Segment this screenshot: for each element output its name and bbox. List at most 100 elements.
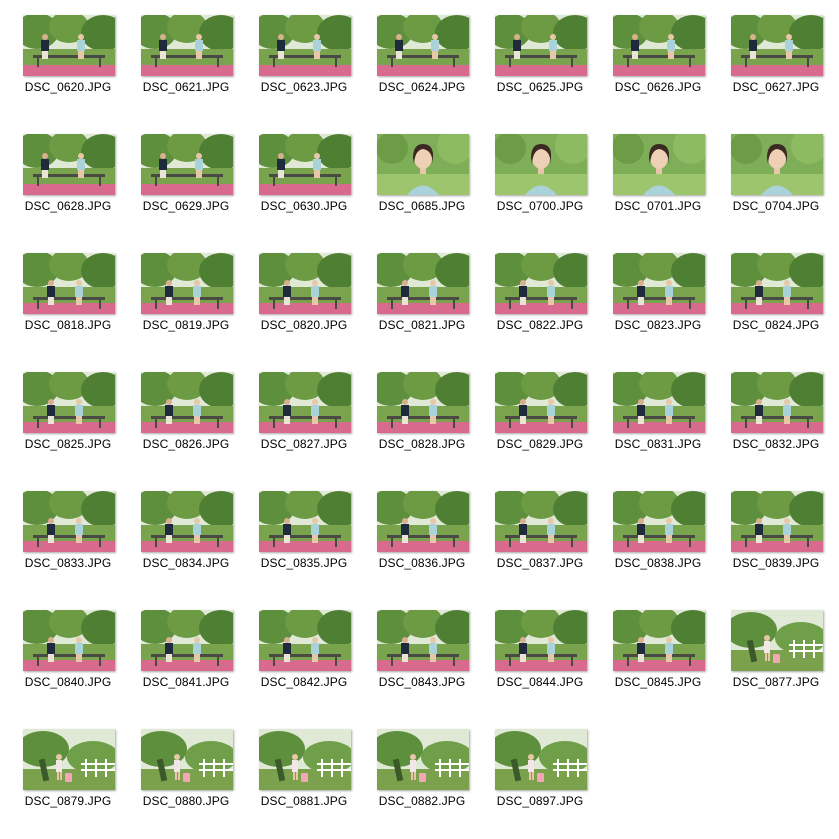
file-item[interactable]: DSC_0831.JPG <box>606 365 710 482</box>
image-thumbnail[interactable] <box>495 610 587 671</box>
image-thumbnail[interactable] <box>23 729 115 790</box>
image-thumbnail[interactable] <box>141 372 233 433</box>
image-thumbnail[interactable] <box>259 729 351 790</box>
file-item[interactable]: DSC_0624.JPG <box>370 8 474 125</box>
file-item[interactable]: DSC_0629.JPG <box>134 127 238 244</box>
file-item[interactable]: DSC_0626.JPG <box>606 8 710 125</box>
file-item[interactable]: DSC_0879.JPG <box>16 722 120 839</box>
image-thumbnail[interactable] <box>259 134 351 195</box>
file-item[interactable]: DSC_0823.JPG <box>606 246 710 363</box>
image-thumbnail[interactable] <box>377 15 469 76</box>
file-item[interactable]: DSC_0836.JPG <box>370 484 474 601</box>
image-thumbnail[interactable] <box>377 134 469 195</box>
file-item[interactable]: DSC_0837.JPG <box>488 484 592 601</box>
image-thumbnail[interactable] <box>731 372 823 433</box>
file-item[interactable]: DSC_0701.JPG <box>606 127 710 244</box>
file-item[interactable]: DSC_0628.JPG <box>16 127 120 244</box>
file-name-label: DSC_0881.JPG <box>260 794 348 808</box>
file-name-label: DSC_0840.JPG <box>24 675 112 689</box>
file-item[interactable]: DSC_0818.JPG <box>16 246 120 363</box>
image-thumbnail[interactable] <box>731 491 823 552</box>
file-name-label: DSC_0827.JPG <box>260 437 348 451</box>
file-item[interactable]: DSC_0835.JPG <box>252 484 356 601</box>
image-thumbnail[interactable] <box>613 491 705 552</box>
image-thumbnail[interactable] <box>731 253 823 314</box>
file-item[interactable]: DSC_0833.JPG <box>16 484 120 601</box>
image-thumbnail[interactable] <box>377 491 469 552</box>
file-item[interactable]: DSC_0820.JPG <box>252 246 356 363</box>
image-thumbnail[interactable] <box>23 610 115 671</box>
file-item[interactable]: DSC_0704.JPG <box>724 127 828 244</box>
file-item[interactable]: DSC_0621.JPG <box>134 8 238 125</box>
image-thumbnail[interactable] <box>141 253 233 314</box>
image-thumbnail[interactable] <box>23 491 115 552</box>
file-item[interactable]: DSC_0842.JPG <box>252 603 356 720</box>
image-thumbnail[interactable] <box>259 491 351 552</box>
file-item[interactable]: DSC_0880.JPG <box>134 722 238 839</box>
file-item[interactable]: DSC_0819.JPG <box>134 246 238 363</box>
file-name-label: DSC_0828.JPG <box>378 437 466 451</box>
image-thumbnail[interactable] <box>259 15 351 76</box>
image-thumbnail[interactable] <box>495 15 587 76</box>
image-thumbnail[interactable] <box>495 134 587 195</box>
file-item[interactable]: DSC_0841.JPG <box>134 603 238 720</box>
file-item[interactable]: DSC_0821.JPG <box>370 246 474 363</box>
image-thumbnail[interactable] <box>613 372 705 433</box>
file-item[interactable]: DSC_0844.JPG <box>488 603 592 720</box>
file-item[interactable]: DSC_0843.JPG <box>370 603 474 720</box>
image-thumbnail[interactable] <box>731 15 823 76</box>
image-thumbnail[interactable] <box>23 134 115 195</box>
file-item[interactable]: DSC_0834.JPG <box>134 484 238 601</box>
image-thumbnail[interactable] <box>141 15 233 76</box>
image-thumbnail[interactable] <box>495 491 587 552</box>
image-thumbnail[interactable] <box>613 253 705 314</box>
image-thumbnail[interactable] <box>141 610 233 671</box>
file-item[interactable]: DSC_0828.JPG <box>370 365 474 482</box>
file-item[interactable]: DSC_0826.JPG <box>134 365 238 482</box>
image-thumbnail[interactable] <box>23 15 115 76</box>
file-item[interactable]: DSC_0822.JPG <box>488 246 592 363</box>
file-item[interactable]: DSC_0623.JPG <box>252 8 356 125</box>
image-thumbnail[interactable] <box>259 610 351 671</box>
image-thumbnail[interactable] <box>141 134 233 195</box>
image-thumbnail[interactable] <box>377 372 469 433</box>
file-item[interactable]: DSC_0627.JPG <box>724 8 828 125</box>
file-item[interactable]: DSC_0824.JPG <box>724 246 828 363</box>
file-item[interactable]: DSC_0832.JPG <box>724 365 828 482</box>
file-name-label: DSC_0620.JPG <box>24 80 112 94</box>
image-thumbnail[interactable] <box>495 253 587 314</box>
image-thumbnail[interactable] <box>731 610 823 671</box>
image-thumbnail[interactable] <box>613 610 705 671</box>
image-thumbnail[interactable] <box>495 729 587 790</box>
file-name-label: DSC_0838.JPG <box>614 556 702 570</box>
file-item[interactable]: DSC_0625.JPG <box>488 8 592 125</box>
file-item[interactable]: DSC_0840.JPG <box>16 603 120 720</box>
file-item[interactable]: DSC_0877.JPG <box>724 603 828 720</box>
file-item[interactable]: DSC_0845.JPG <box>606 603 710 720</box>
image-thumbnail[interactable] <box>23 372 115 433</box>
file-item[interactable]: DSC_0825.JPG <box>16 365 120 482</box>
image-thumbnail[interactable] <box>613 134 705 195</box>
file-item[interactable]: DSC_0897.JPG <box>488 722 592 839</box>
file-item[interactable]: DSC_0882.JPG <box>370 722 474 839</box>
image-thumbnail[interactable] <box>613 15 705 76</box>
image-thumbnail[interactable] <box>259 372 351 433</box>
file-item[interactable]: DSC_0620.JPG <box>16 8 120 125</box>
file-item[interactable]: DSC_0881.JPG <box>252 722 356 839</box>
file-item[interactable]: DSC_0838.JPG <box>606 484 710 601</box>
image-thumbnail[interactable] <box>495 372 587 433</box>
file-item[interactable]: DSC_0700.JPG <box>488 127 592 244</box>
image-thumbnail[interactable] <box>731 134 823 195</box>
image-thumbnail[interactable] <box>23 253 115 314</box>
image-thumbnail[interactable] <box>259 253 351 314</box>
file-item[interactable]: DSC_0827.JPG <box>252 365 356 482</box>
image-thumbnail[interactable] <box>141 729 233 790</box>
image-thumbnail[interactable] <box>377 253 469 314</box>
file-item[interactable]: DSC_0685.JPG <box>370 127 474 244</box>
image-thumbnail[interactable] <box>377 729 469 790</box>
image-thumbnail[interactable] <box>377 610 469 671</box>
image-thumbnail[interactable] <box>141 491 233 552</box>
file-item[interactable]: DSC_0630.JPG <box>252 127 356 244</box>
file-item[interactable]: DSC_0829.JPG <box>488 365 592 482</box>
file-item[interactable]: DSC_0839.JPG <box>724 484 828 601</box>
